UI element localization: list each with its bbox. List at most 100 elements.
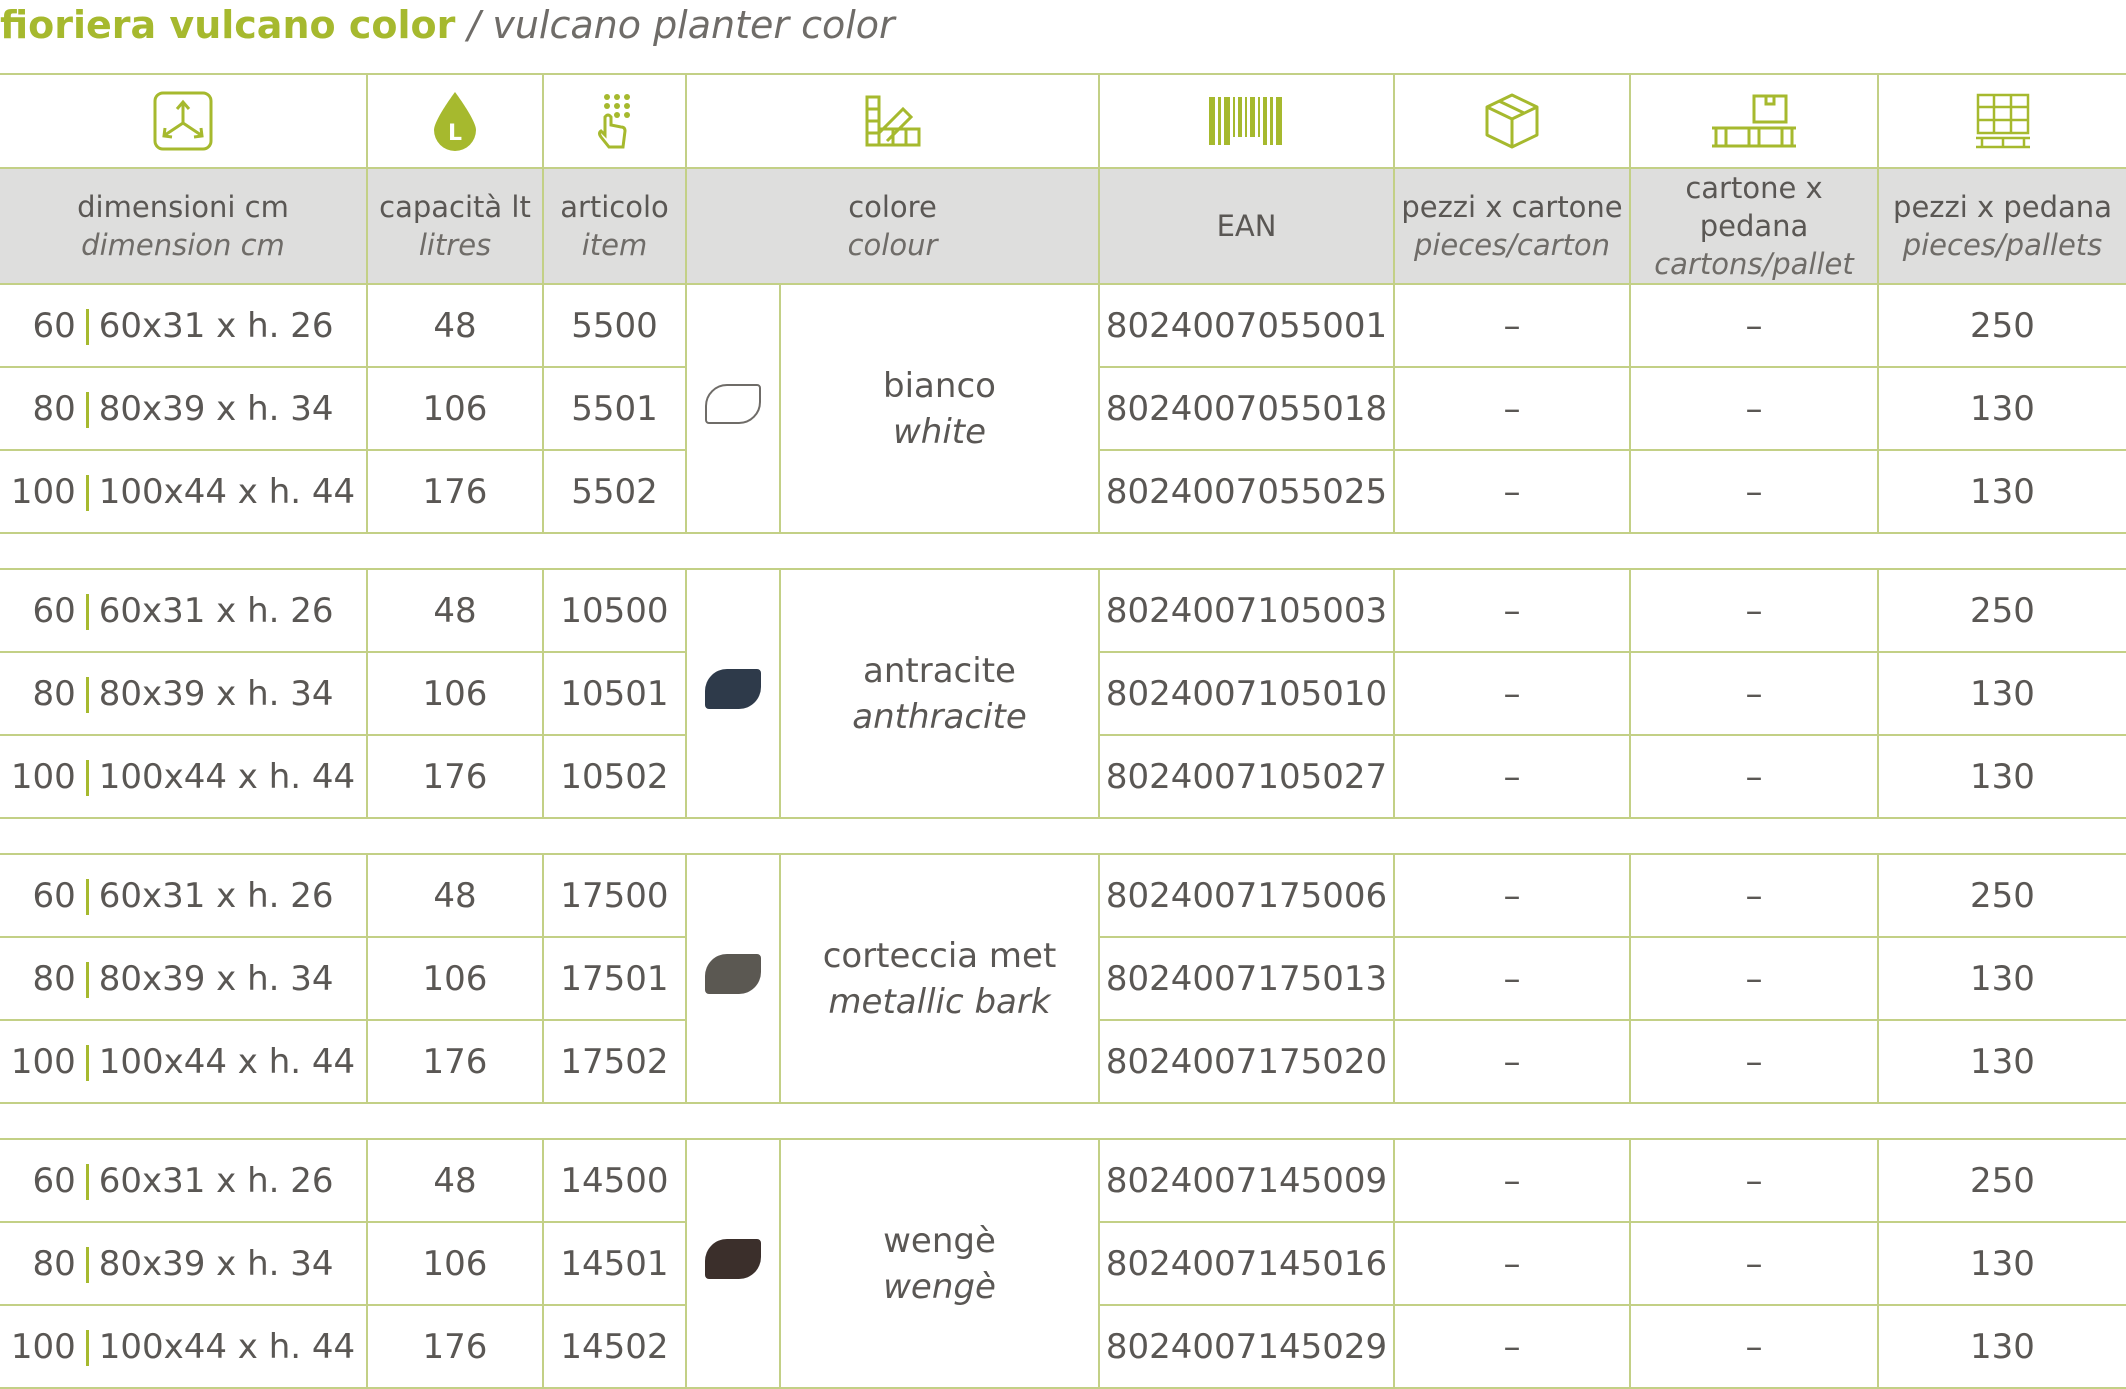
dimension-cell: 100 100x44 x h. 44 (0, 1304, 368, 1389)
box-icon (1393, 73, 1631, 169)
cartons-pallet-cell: – (1629, 568, 1879, 653)
dimension-cell: 60 60x31 x h. 26 (0, 283, 368, 368)
dimension-cell: 60 60x31 x h. 26 (0, 1138, 368, 1223)
size-dimensions: 60x31 x h. 26 (98, 305, 334, 346)
dimension-cell: 80 80x39 x h. 34 (0, 651, 368, 736)
color-name: bianco white (781, 363, 1098, 455)
pieces-carton-cell: – (1393, 449, 1631, 534)
dimension-cell: 100 100x44 x h. 44 (0, 1019, 368, 1104)
dimension-pair: 80 80x39 x h. 34 (32, 674, 333, 714)
header-capacity: capacità lt litres (366, 167, 544, 285)
size-dimensions: 100x44 x h. 44 (98, 1326, 356, 1367)
dimension-cell: 80 80x39 x h. 34 (0, 1221, 368, 1306)
size-code: 80 (32, 1243, 76, 1284)
color-name-english: white (892, 411, 987, 452)
ean-cell: 8024007145029 (1098, 1304, 1395, 1389)
header-main: capacità lt (379, 190, 531, 224)
color-name-english: anthracite (852, 696, 1027, 737)
size-divider (85, 1247, 89, 1283)
size-divider (85, 309, 89, 345)
size-code: 80 (32, 673, 76, 714)
size-code: 100 (10, 471, 76, 512)
spacer-cell (0, 532, 2126, 570)
cartons-pallet-cell: – (1629, 283, 1879, 368)
item-cell: 5500 (542, 283, 687, 368)
size-dimensions: 60x31 x h. 26 (98, 590, 334, 631)
ean-cell: 8024007175013 (1098, 936, 1395, 1021)
size-divider (85, 1330, 89, 1366)
color-name: wengè wengè (781, 1218, 1098, 1310)
size-dimensions: 80x39 x h. 34 (98, 388, 334, 429)
pieces-carton-cell: – (1393, 734, 1631, 819)
color-name-italian: corteccia met (822, 935, 1057, 976)
color-name-english: metallic bark (828, 981, 1051, 1022)
ean-cell: 8024007105027 (1098, 734, 1395, 819)
cartons-pallet-cell: – (1629, 1138, 1879, 1223)
dimension-cell: 80 80x39 x h. 34 (0, 366, 368, 451)
group-spacer (0, 532, 2126, 570)
dimension-cell: 100 100x44 x h. 44 (0, 734, 368, 819)
pieces-carton-cell: – (1393, 1019, 1631, 1104)
size-code: 80 (32, 388, 76, 429)
cartons-pallet-cell: – (1629, 366, 1879, 451)
color-name-italian: antracite (863, 650, 1016, 691)
pieces-pallet-cell: 130 (1877, 1221, 2126, 1306)
header-pieces-pallet: pezzi x pedana pieces/pallets (1877, 167, 2126, 285)
color-name-italian: bianco (883, 365, 996, 406)
pieces-pallet-cell: 250 (1877, 283, 2126, 368)
item-cell: 10501 (542, 651, 687, 736)
dimension-pair: 80 80x39 x h. 34 (32, 1244, 333, 1284)
size-divider (85, 475, 89, 511)
table-row: 60 60x31 x h. 26 48 5500 bianco white 80240070… (0, 283, 2126, 534)
dimension-pair: 100 100x44 x h. 44 (11, 757, 355, 797)
header-main: pezzi x cartone (1401, 190, 1623, 224)
header-main: pezzi x pedana (1893, 190, 2112, 224)
pieces-pallet-cell: 130 (1877, 449, 2126, 534)
pieces-pallet-cell: 130 (1877, 1019, 2126, 1104)
color-swatch (705, 384, 761, 424)
pieces-pallet-cell: 130 (1877, 651, 2126, 736)
dimension-pair: 100 100x44 x h. 44 (11, 472, 355, 512)
size-code: 60 (32, 590, 76, 631)
ean-cell: 8024007055018 (1098, 366, 1395, 451)
capacity-cell: 106 (366, 1221, 544, 1306)
pallet-box-icon (1629, 73, 1879, 169)
item-cell: 14500 (542, 1138, 687, 1223)
pieces-carton-cell: – (1393, 936, 1631, 1021)
cartons-pallet-cell: – (1629, 936, 1879, 1021)
dimensions-arrows-icon (0, 73, 368, 169)
size-code: 60 (32, 875, 76, 916)
dimension-pair: 60 60x31 x h. 26 (32, 591, 333, 631)
size-code: 60 (32, 1160, 76, 1201)
pallet-stack-icon (1877, 73, 2126, 169)
pieces-carton-cell: – (1393, 1304, 1631, 1389)
dimension-cell: 80 80x39 x h. 34 (0, 936, 368, 1021)
size-divider (85, 879, 89, 915)
pieces-carton-cell: – (1393, 366, 1631, 451)
ean-cell: 8024007175006 (1098, 853, 1395, 938)
ean-cell: 8024007055025 (1098, 449, 1395, 534)
group-spacer (0, 817, 2126, 855)
swatch-cell (685, 1138, 781, 1389)
pieces-carton-cell: – (1393, 853, 1631, 938)
swatch-cell (685, 283, 781, 534)
capacity-cell: 176 (366, 449, 544, 534)
keypad-hand-icon (542, 73, 687, 169)
group-spacer (0, 1102, 2126, 1140)
capacity-cell: 176 (366, 734, 544, 819)
item-cell: 10502 (542, 734, 687, 819)
color-name-cell: corteccia met metallic bark (779, 853, 1100, 1104)
cartons-pallet-cell: – (1629, 734, 1879, 819)
item-cell: 17500 (542, 853, 687, 938)
capacity-cell: 176 (366, 1019, 544, 1104)
color-name: antracite anthracite (781, 648, 1098, 740)
size-divider (85, 677, 89, 713)
size-divider (85, 760, 89, 796)
header-pieces-carton: pezzi x cartone pieces/carton (1393, 167, 1631, 285)
icon-row: L (0, 73, 2126, 169)
cartons-pallet-cell: – (1629, 1304, 1879, 1389)
size-dimensions: 100x44 x h. 44 (98, 1041, 356, 1082)
ean-cell: 8024007145016 (1098, 1221, 1395, 1306)
color-swatch (705, 1239, 761, 1279)
cartons-pallet-cell: – (1629, 1221, 1879, 1306)
